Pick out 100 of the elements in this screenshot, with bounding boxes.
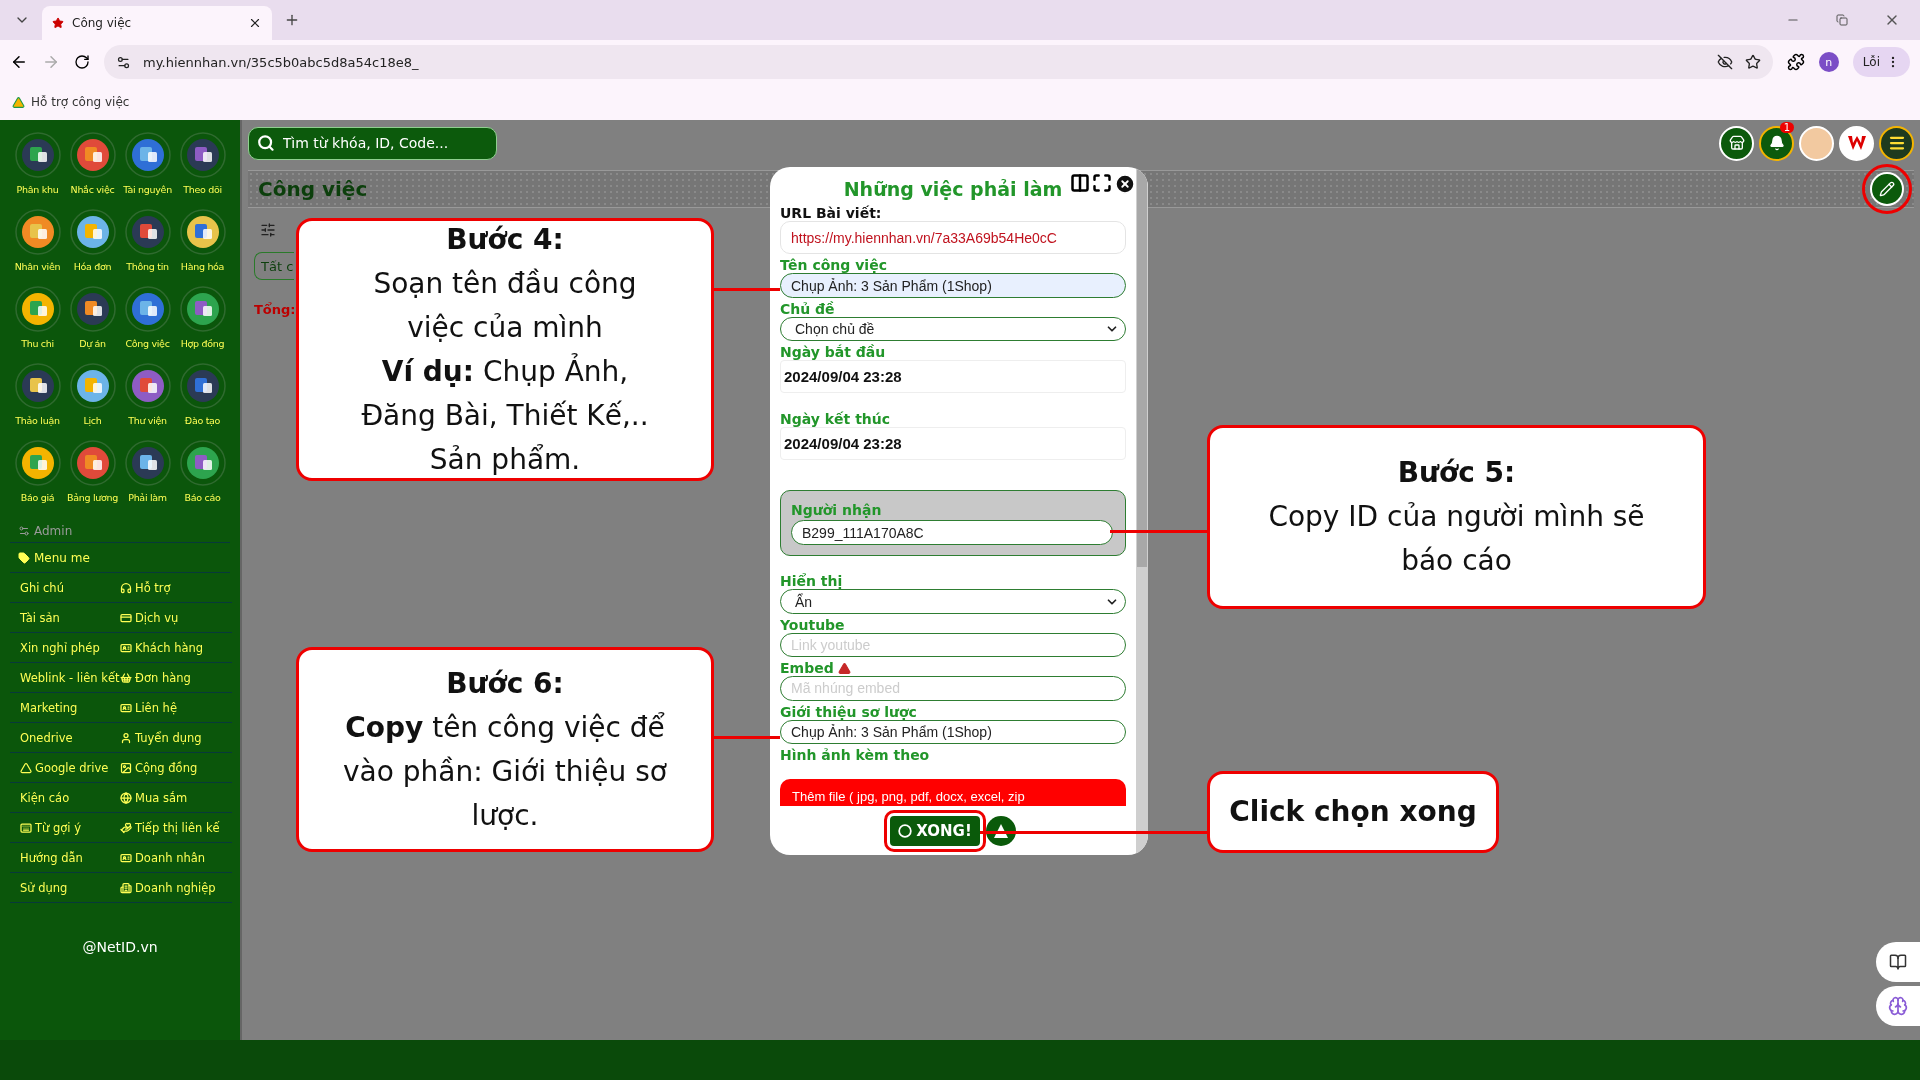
address-bar[interactable]: my.hiennhan.vn/35c5b0abc5d8a54c18e8_ bbox=[104, 45, 1773, 79]
scrollbar[interactable] bbox=[1136, 167, 1148, 855]
reload-icon bbox=[74, 54, 90, 70]
profile-avatar[interactable]: n bbox=[1818, 52, 1839, 72]
app-label[interactable]: Nhắc việc bbox=[70, 184, 115, 195]
app-icon bbox=[69, 286, 116, 332]
sidebar-link[interactable]: Xin nghỉ phép bbox=[20, 640, 100, 655]
app-icon bbox=[14, 440, 61, 486]
sidebar-link[interactable]: Cộng đồng bbox=[120, 760, 198, 775]
app-label[interactable]: Nhân viên bbox=[14, 261, 61, 272]
browser-tab[interactable]: Công việc bbox=[42, 6, 272, 40]
keyboard-icon bbox=[20, 821, 32, 834]
field-label: Tên công việc bbox=[780, 257, 888, 274]
restore-icon[interactable] bbox=[1836, 14, 1848, 26]
url-field[interactable]: https://my.hiennhan.vn/7a33A69b54He0cC bbox=[780, 221, 1126, 255]
image-icon bbox=[120, 761, 132, 774]
sidebar-link[interactable]: Từ gợi ý bbox=[20, 820, 81, 835]
input-field[interactable]: Chụp Ảnh: 3 Sản Phẩm (1Shop) bbox=[780, 273, 1126, 298]
gears-icon bbox=[18, 524, 30, 537]
dialog-title: Những việc phải làm bbox=[843, 177, 1063, 200]
input-field[interactable]: B299_111A170A8C bbox=[791, 520, 1113, 546]
sidebar-link[interactable]: Tuyển dụng bbox=[120, 730, 202, 745]
footer-text: @NetID.vn bbox=[81, 939, 159, 955]
store-button[interactable] bbox=[1719, 125, 1754, 161]
sidebar-link[interactable]: Sử dụng bbox=[20, 880, 68, 895]
menu-button[interactable] bbox=[1879, 125, 1914, 161]
extensions-icon bbox=[1786, 53, 1805, 71]
sidebar-link[interactable]: Hướng dẫn bbox=[20, 850, 83, 865]
field-label: Hình ảnh kèm theo bbox=[780, 747, 931, 763]
store-icon bbox=[1728, 135, 1745, 151]
app-label[interactable]: Thông tin bbox=[126, 261, 169, 272]
tracking-icon bbox=[1716, 54, 1733, 70]
fullscreen-icon bbox=[1092, 173, 1112, 193]
date-field[interactable]: 2024/09/04 23:28 bbox=[780, 360, 1126, 394]
close-icon[interactable] bbox=[1114, 173, 1136, 195]
sidebar-link[interactable]: Weblink - liên kết bbox=[20, 670, 120, 685]
input-field[interactable]: Chụp Ảnh: 3 Sản Phẩm (1Shop) bbox=[780, 719, 1126, 744]
app-label[interactable]: Hàng hóa bbox=[180, 261, 225, 272]
basket-icon bbox=[120, 671, 132, 684]
app-label[interactable]: Thư viện bbox=[128, 415, 167, 426]
split-view-icon bbox=[1070, 173, 1090, 193]
sidebar-link[interactable]: Tiếp thị liên kế bbox=[120, 820, 220, 835]
id-card-icon bbox=[120, 701, 132, 714]
person-icon bbox=[120, 731, 132, 744]
callout-text: Soạn tên đầu công việc của mình bbox=[372, 265, 638, 346]
search-input[interactable]: Tìm từ khóa, ID, Code... bbox=[280, 134, 488, 152]
sidebar-link[interactable]: Đơn hàng bbox=[120, 670, 191, 685]
sidebar-link[interactable]: Liên hệ bbox=[120, 700, 177, 715]
upload-button[interactable]: Thêm file ( jpg, png, pdf, docx, excel, zip bbox=[780, 779, 1126, 807]
field-label: Chủ đề bbox=[780, 300, 836, 317]
drive-icon bbox=[20, 761, 32, 774]
app-icon bbox=[179, 132, 226, 178]
app-icon bbox=[179, 440, 226, 486]
app-label[interactable]: Báo cáo bbox=[184, 492, 221, 503]
sidebar-link[interactable]: Tài sản bbox=[20, 610, 60, 625]
ai-button[interactable] bbox=[1876, 986, 1920, 1026]
sidebar-link[interactable]: Onedrive bbox=[20, 730, 73, 745]
app-label[interactable]: Lịch bbox=[83, 415, 102, 426]
logo-button[interactable] bbox=[1839, 125, 1874, 161]
sidebar-link[interactable]: Doanh nghiệp bbox=[120, 880, 216, 895]
bookmark-link[interactable]: Hỗ trợ công việc bbox=[31, 95, 130, 109]
app-label[interactable]: Theo dõi bbox=[183, 184, 222, 195]
sidebar-link[interactable]: Doanh nhân bbox=[120, 850, 206, 865]
close-icon[interactable] bbox=[248, 16, 262, 30]
sidebar-link[interactable]: Kiện cáo bbox=[20, 790, 70, 805]
app-label[interactable]: Phải làm bbox=[128, 492, 167, 503]
app-label[interactable]: Dự án bbox=[79, 338, 106, 349]
brain-icon bbox=[1888, 996, 1908, 1016]
app-label[interactable]: Công việc bbox=[125, 338, 170, 349]
sidebar-link[interactable]: Marketing bbox=[20, 700, 78, 715]
search-field[interactable]: Tìm từ khóa, ID, Code... bbox=[248, 126, 497, 160]
app-icon bbox=[14, 209, 61, 255]
sidebar-link[interactable]: Google drive bbox=[20, 760, 109, 775]
app-label[interactable]: Thảo luận bbox=[15, 415, 60, 426]
field-label: Ngày bắt đầu bbox=[780, 344, 887, 361]
notification-button[interactable]: 1 bbox=[1759, 125, 1794, 161]
sidebar-link[interactable]: Dịch vụ bbox=[120, 610, 179, 625]
app-label[interactable]: Thu chi bbox=[21, 338, 54, 349]
app-icon bbox=[124, 286, 171, 332]
app-label[interactable]: Hóa đơn bbox=[73, 261, 112, 272]
app-label[interactable]: Phân khu bbox=[16, 184, 59, 195]
sidebar-link[interactable]: Khách hàng bbox=[120, 640, 204, 655]
reader-button[interactable] bbox=[1876, 942, 1920, 982]
sidebar-link[interactable]: Ghi chú bbox=[20, 580, 64, 595]
app-label[interactable]: Hợp đồng bbox=[180, 338, 225, 349]
app-icon bbox=[69, 132, 116, 178]
app-icon bbox=[69, 363, 116, 409]
site-settings-icon bbox=[116, 54, 131, 70]
app-label[interactable]: Tài nguyên bbox=[123, 184, 172, 195]
sidebar-link[interactable]: Mua sắm bbox=[120, 790, 188, 805]
menu-icon bbox=[1887, 134, 1906, 152]
avatar[interactable] bbox=[1799, 125, 1834, 161]
app-label[interactable]: Đào tạo bbox=[184, 415, 221, 426]
sidebar-link[interactable]: Hỗ trợ bbox=[120, 580, 171, 595]
app-icon bbox=[14, 363, 61, 409]
error-button[interactable]: Lỗi bbox=[1852, 47, 1910, 77]
app-label[interactable]: Báo giá bbox=[20, 492, 55, 503]
date-field[interactable]: 2024/09/04 23:28 bbox=[780, 427, 1126, 461]
app-label[interactable]: Bảng lương bbox=[67, 492, 118, 503]
field-label: Người nhận bbox=[791, 502, 883, 519]
